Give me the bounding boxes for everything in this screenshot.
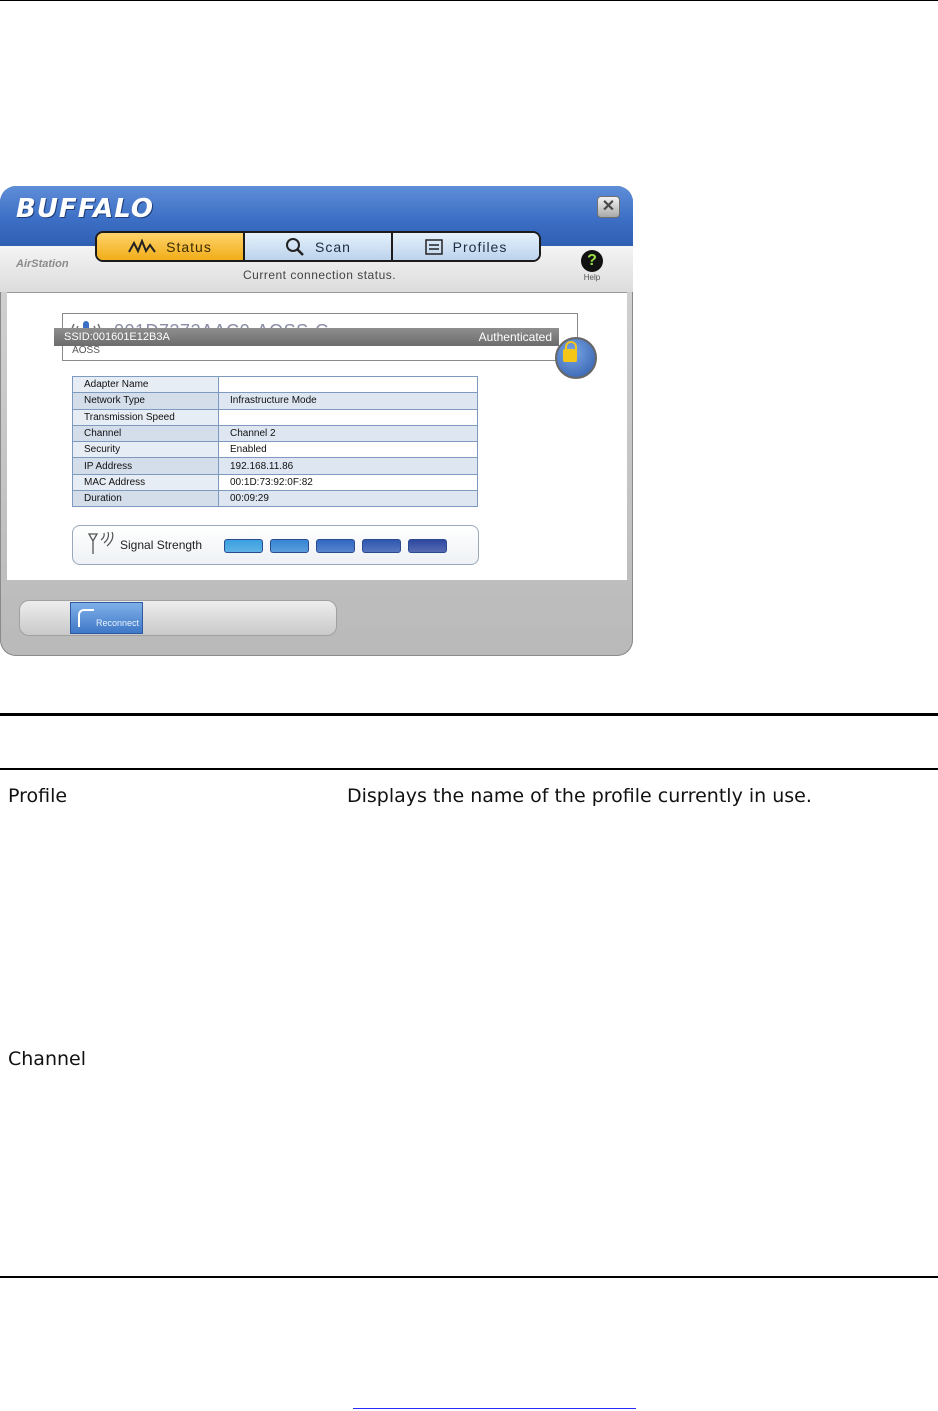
bottom-toolbar — [19, 600, 337, 636]
airstation-logo: AirStation — [16, 258, 69, 270]
help-icon: ? — [581, 250, 603, 272]
info-value — [218, 408, 478, 426]
close-button[interactable]: ✕ — [597, 196, 620, 218]
aoss-label: AOSS — [72, 345, 100, 356]
client-manager-window: BUFFALO ✕ Status Scan Profiles AirStatio… — [0, 186, 633, 656]
info-key: Channel — [72, 424, 219, 443]
info-key: Transmission Speed — [72, 408, 219, 426]
info-row: Security Enabled — [72, 441, 478, 459]
info-row: MAC Address 00:1D:73:92:0F:82 — [72, 473, 478, 492]
tab-status[interactable]: Status — [97, 233, 245, 260]
signal-strength-label: Signal Strength — [120, 538, 203, 552]
tab-scan-label: Scan — [315, 238, 351, 255]
info-value: 00:1D:73:92:0F:82 — [218, 473, 478, 492]
help-button[interactable]: ? Help — [579, 250, 605, 284]
section-rule-top — [0, 713, 938, 716]
table-header-rule — [0, 768, 938, 770]
signal-bar — [270, 539, 309, 553]
signal-bar — [362, 539, 401, 553]
signal-bar — [408, 539, 447, 553]
security-lock-icon — [555, 337, 597, 379]
tab-profiles-label: Profiles — [452, 238, 508, 255]
signal-bar — [316, 539, 355, 553]
reconnect-icon — [78, 609, 94, 627]
info-value: Enabled — [218, 441, 478, 459]
magnifier-icon — [286, 237, 304, 256]
info-value: Infrastructure Mode — [218, 392, 478, 410]
info-key: Duration — [72, 490, 219, 508]
tab-status-label: Status — [166, 238, 212, 255]
page-subtitle: Current connection status. — [243, 268, 397, 282]
info-key: MAC Address — [72, 473, 219, 492]
info-key: Security — [72, 441, 219, 459]
auth-status: Authenticated — [478, 330, 552, 344]
info-row: Adapter Name — [72, 375, 478, 394]
reconnect-label: Reconnect — [96, 618, 140, 628]
info-row: Duration 00:09:29 — [72, 490, 478, 508]
info-key: Adapter Name — [72, 375, 219, 394]
info-key: IP Address — [72, 457, 219, 475]
info-row: Channel Channel 2 — [72, 424, 478, 443]
info-value: 192.168.11.86 — [218, 457, 478, 475]
antenna-icon — [87, 532, 114, 554]
status-wave-icon — [128, 238, 156, 253]
signal-strength-box: Signal Strength — [72, 525, 479, 565]
info-value: 00:09:29 — [218, 490, 478, 508]
info-value: Channel 2 — [218, 424, 478, 443]
ssid-bar: SSID:001601E12B3A Authenticated — [54, 328, 559, 346]
signal-bar — [224, 539, 263, 553]
signal-bars — [224, 539, 447, 553]
section-rule-bottom — [0, 1276, 938, 1278]
desc-profile: Displays the name of the profile current… — [347, 785, 812, 807]
brand-logo: BUFFALO — [16, 194, 154, 224]
term-channel: Channel — [8, 1048, 87, 1070]
connection-info-table: Adapter Name Network Type Infrastructure M… — [72, 375, 478, 508]
info-row: IP Address 192.168.11.86 — [72, 457, 478, 475]
reconnect-button[interactable]: Reconnect — [70, 602, 143, 634]
profiles-list-icon — [424, 238, 443, 255]
tab-bar: Status Scan Profiles — [95, 231, 541, 262]
term-profile: Profile — [8, 785, 68, 807]
tab-scan[interactable]: Scan — [245, 233, 393, 260]
info-key: Network Type — [72, 392, 219, 410]
top-rule — [0, 0, 938, 1]
help-label: Help — [583, 273, 601, 282]
info-value — [218, 375, 478, 394]
footer-link-underline[interactable] — [353, 1408, 636, 1409]
tab-profiles[interactable]: Profiles — [393, 233, 539, 260]
info-row: Network Type Infrastructure Mode — [72, 392, 478, 410]
ssid-text: SSID:001601E12B3A — [64, 331, 170, 343]
info-row: Transmission Speed — [72, 408, 478, 426]
